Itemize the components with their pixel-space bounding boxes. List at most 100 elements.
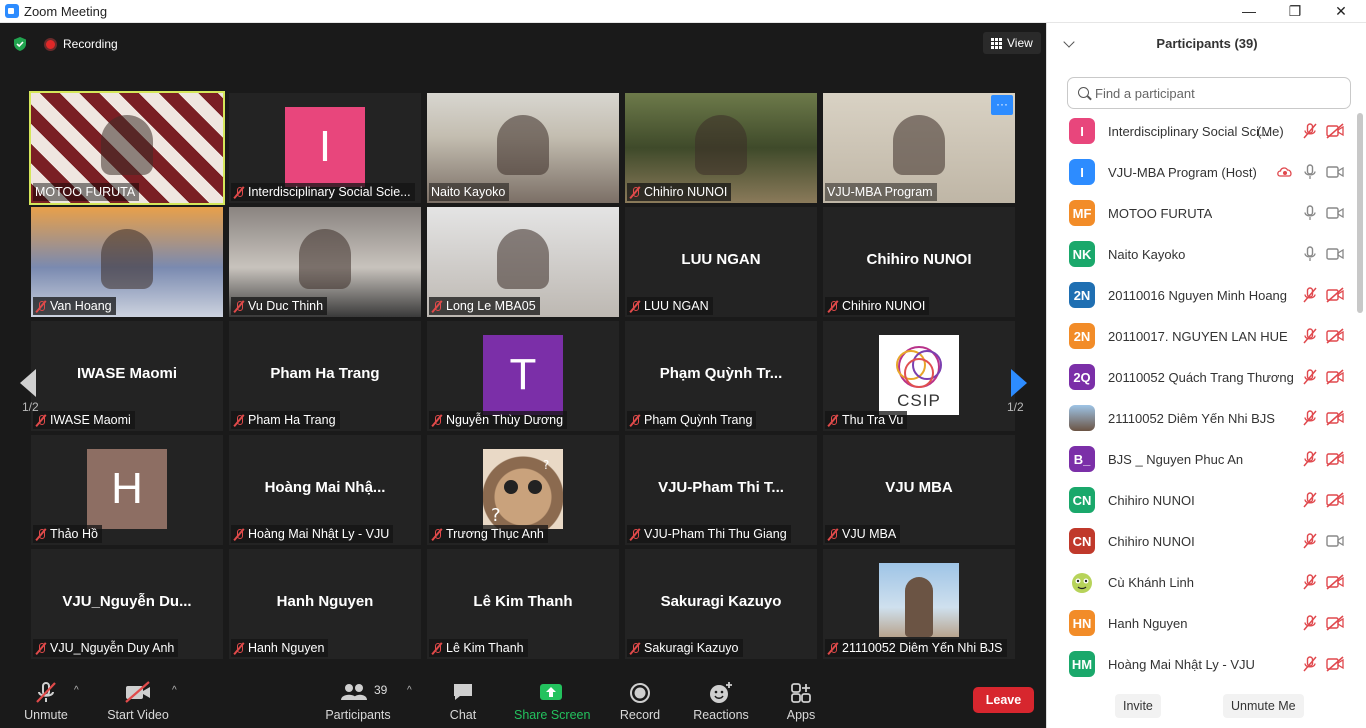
recording-dot-icon — [44, 37, 57, 51]
mic-icon[interactable] — [1301, 164, 1319, 180]
participant-tile[interactable]: H Thảo Hồ — [31, 435, 223, 545]
unmute-button[interactable]: Unmute — [20, 663, 72, 728]
participant-tile[interactable]: Chihiro NUNOI — [625, 93, 817, 203]
participant-tile[interactable]: Phạm Quỳnh Tr... Phạm Quỳnh Trang — [625, 321, 817, 431]
participant-tile[interactable]: ?? Trương Thục Anh — [427, 435, 619, 545]
participant-tile[interactable]: Chihiro NUNOI Chihiro NUNOI — [823, 207, 1015, 317]
apps-button[interactable]: Apps — [782, 663, 820, 728]
participants-button[interactable]: 39 Participants — [324, 663, 392, 728]
camera-off-icon[interactable] — [1326, 328, 1344, 344]
camera-icon[interactable] — [1326, 164, 1344, 180]
view-button[interactable]: View — [983, 32, 1041, 54]
recording-indicator[interactable]: Recording — [44, 35, 118, 53]
participant-search-input[interactable]: Find a participant — [1067, 77, 1351, 109]
mic-muted-icon[interactable] — [1301, 287, 1319, 303]
participants-panel: Participants (39) Find a participant I In… — [1046, 23, 1366, 728]
participant-tile[interactable]: VJU MBA VJU MBA — [823, 435, 1015, 545]
record-button[interactable]: Record — [616, 663, 664, 728]
chat-button[interactable]: Chat — [442, 663, 484, 728]
participant-tile[interactable]: Vu Duc Thinh — [229, 207, 421, 317]
unmute-me-button[interactable]: Unmute Me — [1223, 694, 1304, 718]
participant-row[interactable]: CN Chihiro NUNOI — [1047, 524, 1359, 565]
mic-icon[interactable] — [1301, 205, 1319, 221]
participants-icon — [341, 684, 367, 700]
participant-tile[interactable]: Van Hoang — [31, 207, 223, 317]
mic-icon[interactable] — [1301, 246, 1319, 262]
participant-tile[interactable]: I Interdisciplinary Social Scie... — [229, 93, 421, 203]
camera-icon[interactable] — [1326, 246, 1344, 262]
participant-row[interactable]: Cù Khánh Linh — [1047, 565, 1359, 606]
mic-muted-icon[interactable] — [1301, 369, 1319, 385]
restore-button[interactable]: ❐ — [1272, 1, 1318, 22]
participant-name: Hoàng Mai Nhật Ly - VJU — [248, 527, 390, 541]
participant-row[interactable]: 2N 20110016 Nguyen Minh Hoang — [1047, 278, 1359, 319]
camera-off-icon[interactable] — [1326, 656, 1344, 672]
participant-tile[interactable]: Pham Ha Trang Pham Ha Trang — [229, 321, 421, 431]
avatar — [1069, 405, 1095, 431]
participant-tile[interactable]: Lê Kim Thanh Lê Kim Thanh — [427, 549, 619, 659]
participants-options-chevron-icon[interactable]: ^ — [407, 685, 412, 696]
share-screen-button[interactable]: Share Screen — [514, 663, 590, 728]
mic-muted-icon[interactable] — [1301, 123, 1319, 139]
participant-row[interactable]: HM Hoàng Mai Nhật Ly - VJU — [1047, 647, 1359, 677]
camera-off-icon[interactable] — [1326, 410, 1344, 426]
participant-list-scrollbar[interactable] — [1357, 113, 1363, 313]
camera-off-icon[interactable] — [1326, 123, 1344, 139]
video-options-chevron-icon[interactable]: ^ — [172, 685, 177, 696]
mic-muted-icon[interactable] — [1301, 533, 1319, 549]
mic-muted-icon[interactable] — [1301, 451, 1319, 467]
camera-off-icon[interactable] — [1326, 615, 1344, 631]
mic-muted-icon[interactable] — [1301, 410, 1319, 426]
camera-off-icon[interactable] — [1326, 287, 1344, 303]
participant-tile[interactable]: Sakuragi Kazuyo Sakuragi Kazuyo — [625, 549, 817, 659]
participant-tile[interactable]: LUU NGAN LUU NGAN — [625, 207, 817, 317]
participant-row[interactable]: HN Hanh Nguyen — [1047, 606, 1359, 647]
participant-tile[interactable]: T Nguyễn Thùy Dương — [427, 321, 619, 431]
participant-row[interactable]: MF MOTOO FURUTA — [1047, 196, 1359, 237]
participant-tile[interactable]: Hanh Nguyen Hanh Nguyen — [229, 549, 421, 659]
participant-row[interactable]: NK Naito Kayoko — [1047, 237, 1359, 278]
camera-off-icon[interactable] — [1326, 574, 1344, 590]
camera-off-icon[interactable] — [1326, 451, 1344, 467]
participant-row[interactable]: CN Chihiro NUNOI — [1047, 483, 1359, 524]
camera-off-icon[interactable] — [1326, 492, 1344, 508]
participant-row[interactable]: 21110052 Diêm Yến Nhi BJS — [1047, 401, 1359, 442]
participant-row[interactable]: 2N 20110017. NGUYEN LAN HUE — [1047, 319, 1359, 360]
participant-row[interactable]: I VJU-MBA Program (Host) — [1047, 155, 1359, 196]
close-button[interactable]: ✕ — [1318, 1, 1364, 22]
mic-muted-icon[interactable] — [1301, 328, 1319, 344]
participants-label: Participants — [325, 708, 391, 722]
mic-muted-icon[interactable] — [1301, 615, 1319, 631]
mic-muted-icon[interactable] — [1301, 656, 1319, 672]
mic-muted-icon[interactable] — [1301, 492, 1319, 508]
mic-muted-icon[interactable] — [1301, 574, 1319, 590]
participant-tile[interactable]: ··· VJU-MBA Program — [823, 93, 1015, 203]
camera-off-icon[interactable] — [1326, 369, 1344, 385]
participant-name: Pham Ha Trang — [248, 413, 336, 427]
participant-tile[interactable]: Long Le MBA05 — [427, 207, 619, 317]
participant-tile[interactable]: VJU-Pham Thi T... VJU-Pham Thi Thu Giang — [625, 435, 817, 545]
participant-row[interactable]: 2Q 20110052 Quách Trang Thương — [1047, 360, 1359, 401]
participant-tile[interactable]: 21110052 Diêm Yến Nhi BJS — [823, 549, 1015, 659]
camera-icon[interactable] — [1326, 205, 1344, 221]
start-video-button[interactable]: Start Video — [104, 663, 172, 728]
tile-display-name: VJU-Pham Thi T... — [658, 479, 784, 496]
leave-button[interactable]: Leave — [973, 687, 1034, 713]
mic-muted-icon — [233, 414, 245, 427]
reactions-button[interactable]: Reactions — [690, 663, 752, 728]
security-shield-icon[interactable] — [12, 36, 28, 52]
participant-row[interactable]: I Interdisciplinary Social Sci... (Me) — [1047, 114, 1359, 155]
participant-tile[interactable]: CSIP Thu Tra Vu — [823, 321, 1015, 431]
person-silhouette — [905, 577, 933, 637]
audio-options-chevron-icon[interactable]: ^ — [74, 685, 79, 696]
participant-tile[interactable]: IWASE Maomi IWASE Maomi — [31, 321, 223, 431]
invite-button[interactable]: Invite — [1115, 694, 1161, 718]
participant-tile[interactable]: MOTOO FURUTA — [29, 91, 225, 205]
participant-row[interactable]: B_ BJS _ Nguyen Phuc An — [1047, 442, 1359, 483]
minimize-button[interactable]: — — [1226, 1, 1272, 22]
participant-tile[interactable]: VJU_Nguyễn Du... VJU_Nguyễn Duy Anh — [31, 549, 223, 659]
tile-more-options-button[interactable]: ··· — [991, 95, 1013, 115]
camera-icon[interactable] — [1326, 533, 1344, 549]
participant-tile[interactable]: Naito Kayoko — [427, 93, 619, 203]
participant-tile[interactable]: Hoàng Mai Nhậ... Hoàng Mai Nhật Ly - VJU — [229, 435, 421, 545]
